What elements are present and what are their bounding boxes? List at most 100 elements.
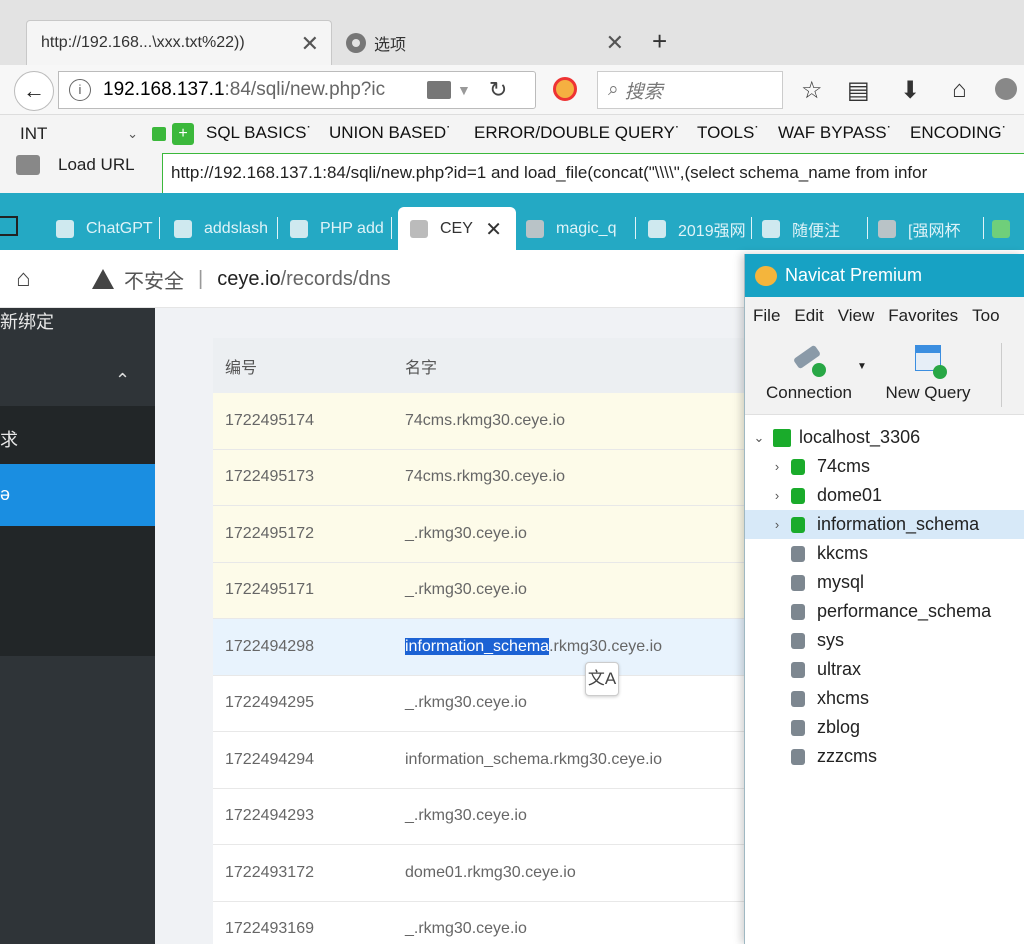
select-value: INT <box>20 124 48 143</box>
tree-database[interactable]: › information_schema <box>745 510 1024 539</box>
reload-icon[interactable]: ↻ <box>489 77 507 103</box>
chrome-tab-qwb[interactable]: [强网杯 <box>872 207 984 250</box>
chrome-tab-ceye[interactable]: CEY ✕ <box>398 207 516 250</box>
menu-union-based[interactable]: UNION BASED˙ <box>329 123 452 143</box>
database-icon <box>791 603 805 620</box>
firefox-tab-options[interactable]: 选项 ✕ <box>336 20 636 65</box>
close-icon[interactable]: ✕ <box>301 31 319 57</box>
menu-tools[interactable]: TOOLS˙ <box>697 123 760 143</box>
firefox-tab-hackbar[interactable]: http://192.168...\xxx.txt%22)) ✕ <box>26 20 332 65</box>
block-icon[interactable] <box>553 77 577 101</box>
table-row[interactable]: 1722495171 _.rkmg30.ceye.io <box>213 562 753 619</box>
chevron-right-icon[interactable]: › <box>769 488 785 503</box>
chrome-tab-random[interactable]: 随便注 <box>756 207 868 250</box>
tree-database[interactable]: xhcms <box>745 684 1024 713</box>
connection-label: Connection <box>765 383 852 402</box>
plus-icon[interactable]: + <box>172 123 194 145</box>
chrome-tab-php-add[interactable]: PHP add <box>282 207 392 250</box>
translate-icon[interactable]: 文A <box>585 662 619 696</box>
record-name-rest: .rkmg30.ceye.io <box>549 637 663 655</box>
menu-sql-basics[interactable]: SQL BASICS˙ <box>206 123 312 143</box>
home-icon[interactable]: ⌂ <box>16 265 31 293</box>
chevron-right-icon[interactable]: › <box>769 459 785 474</box>
firefox-address-bar[interactable]: i 192.168.137.1:84/sqli/new.php?iс ▼ ↻ <box>58 71 536 109</box>
warning-icon[interactable] <box>92 269 114 289</box>
chrome-tab-2019[interactable]: 2019强网 <box>640 207 752 250</box>
table-row[interactable]: 1722493172 dome01.rkmg30.ceye.io <box>213 845 753 902</box>
chrome-tab-extra[interactable] <box>988 207 1024 250</box>
firefox-search-box[interactable]: ⌕ 搜索 <box>597 71 783 109</box>
tree-database[interactable]: mysql <box>745 568 1024 597</box>
menu-view[interactable]: View <box>838 306 875 326</box>
record-name: _.rkmg30.ceye.io <box>405 807 527 825</box>
extension-icon[interactable] <box>995 78 1017 100</box>
chevron-right-icon[interactable]: › <box>769 517 785 532</box>
table-row[interactable]: 1722494298 information_schema.rkmg30.ceye… <box>213 619 753 676</box>
tree-database[interactable]: zzzcms <box>745 742 1024 771</box>
tree-database[interactable]: › dome01 <box>745 481 1024 510</box>
sidebar-item-bind[interactable]: 新绑定 <box>0 308 54 338</box>
chrome-tab-addslash[interactable]: addslash <box>164 207 278 250</box>
menu-favorites[interactable]: Favorites <box>888 306 958 326</box>
record-name: _.rkmg30.ceye.io <box>405 581 527 599</box>
sidebar-submenu <box>0 406 155 656</box>
table-row[interactable]: 1722494293 _.rkmg30.ceye.io <box>213 789 753 845</box>
download-icon[interactable]: ⬇ <box>900 76 920 105</box>
search-placeholder: 搜索 <box>624 81 663 103</box>
load-url-button[interactable]: Load URL <box>16 155 135 175</box>
table-row[interactable]: 1722494295 _.rkmg30.ceye.io <box>213 676 753 732</box>
menu-waf-bypass[interactable]: WAF BYPASS˙ <box>778 123 892 143</box>
close-icon[interactable]: ✕ <box>606 30 624 56</box>
back-arrow-icon[interactable]: ← <box>14 71 54 111</box>
tree-database[interactable]: zblog <box>745 713 1024 742</box>
chrome-omnibox[interactable]: 不安全 | ceye.io/records/dns <box>74 256 774 302</box>
new-tab-icon[interactable]: + <box>652 26 667 57</box>
window-icon[interactable] <box>0 216 18 236</box>
menu-encoding[interactable]: ENCODING˙ <box>910 123 1007 143</box>
chevron-down-icon[interactable]: ⌄ <box>751 430 767 446</box>
sidebar-group-header[interactable]: ⌃ <box>0 350 155 406</box>
table-row[interactable]: 1722494294 information_schema.rkmg30.ceye… <box>213 732 753 789</box>
hackbar-url-input[interactable]: http://192.168.137.1:84/sqli/new.php?id=… <box>162 153 1024 195</box>
chatgpt-icon <box>56 219 74 238</box>
chrome-tab-chatgpt[interactable]: ChatGPT <box>48 207 160 250</box>
page-icon <box>762 219 780 238</box>
menu-file[interactable]: File <box>753 306 780 326</box>
navicat-menu-bar: File Edit View Favorites Too <box>745 297 1024 335</box>
table-row[interactable]: 1722495174 74cms.rkmg30.ceye.io <box>213 393 753 450</box>
tree-connection[interactable]: ⌄ localhost_3306 <box>745 423 1024 452</box>
database-icon <box>791 632 805 649</box>
tree-database[interactable]: ultrax <box>745 655 1024 684</box>
database-name: xhcms <box>817 688 870 708</box>
close-icon[interactable]: ✕ <box>485 217 502 242</box>
sidebar-item-dns[interactable]: ə <box>0 464 155 526</box>
table-body: 1722495174 74cms.rkmg30.ceye.io 1722495173… <box>213 393 753 944</box>
tree-database[interactable]: kkcms <box>745 539 1024 568</box>
star-icon[interactable]: ☆ <box>801 76 823 105</box>
minus-icon[interactable] <box>152 127 166 141</box>
reading-list-icon[interactable]: ▤ <box>847 76 870 105</box>
database-name: mysql <box>817 572 865 592</box>
connection-button[interactable]: Connection <box>759 343 859 403</box>
table-row[interactable]: 1722493169 _.rkmg30.ceye.io <box>213 902 753 944</box>
chevron-down-icon[interactable]: ▼ <box>857 361 867 372</box>
hackbar-type-select[interactable]: INT ⌄ <box>12 121 142 147</box>
tab-title: 2019强网 <box>678 222 746 240</box>
menu-edit[interactable]: Edit <box>794 306 823 326</box>
new-query-button[interactable]: New Query <box>873 343 983 403</box>
menu-tools[interactable]: Too <box>972 306 999 326</box>
table-row[interactable]: 1722495173 74cms.rkmg30.ceye.io <box>213 449 753 506</box>
sidebar-item-requests[interactable]: 求 <box>0 426 18 452</box>
tree-database[interactable]: › 74cms <box>745 452 1024 481</box>
table-row[interactable]: 1722495172 _.rkmg30.ceye.io <box>213 506 753 563</box>
menu-error-double-query[interactable]: ERROR/DOUBLE QUERY˙ <box>474 123 681 143</box>
tree-database[interactable]: sys <box>745 626 1024 655</box>
chevron-down-icon[interactable]: ▼ <box>457 82 471 98</box>
home-icon[interactable]: ⌂ <box>952 76 967 104</box>
chrome-tab-magic-q[interactable]: magic_q <box>520 207 636 250</box>
info-icon[interactable]: i <box>69 79 91 101</box>
database-name: information_schema <box>817 514 980 534</box>
selected-text: information_schema <box>405 637 550 655</box>
database-icon <box>791 458 805 475</box>
tree-database[interactable]: performance_schema <box>745 597 1024 626</box>
